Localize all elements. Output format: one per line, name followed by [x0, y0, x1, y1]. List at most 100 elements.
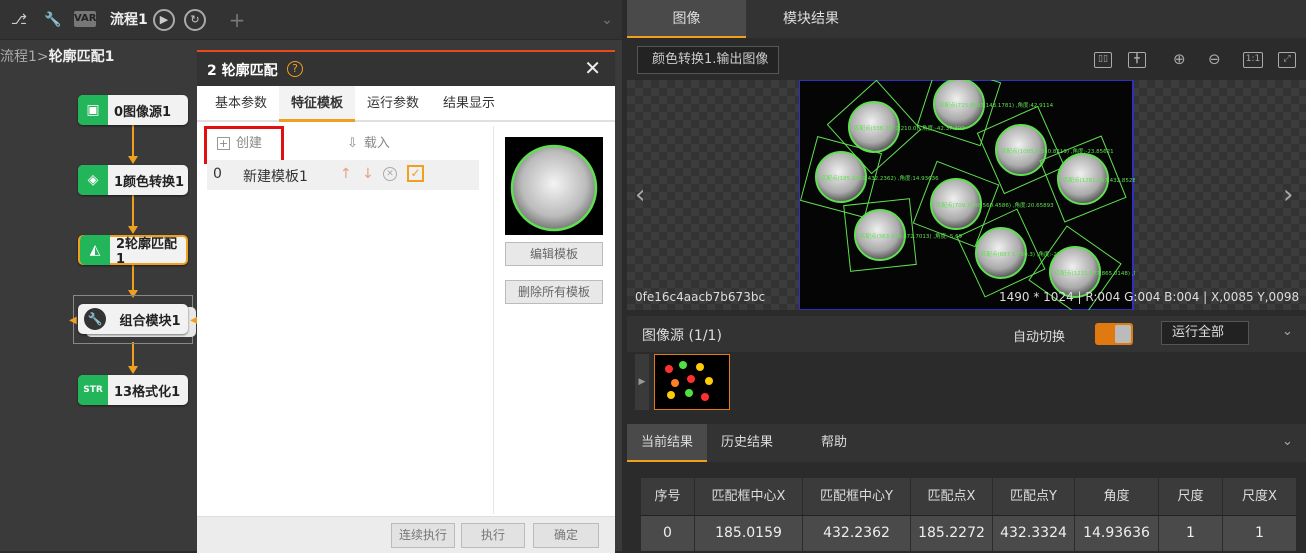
expand-icon[interactable]: ▶ — [635, 354, 649, 410]
table-row[interactable]: 0 185.0159 432.2362 185.2272 432.3324 14.9363… — [641, 516, 1297, 551]
image-viewer[interactable]: 匹配点(725.8893,143.1781) ,角度:42.9114 匹配点(33… — [627, 80, 1306, 310]
load-label: 载入 — [363, 136, 390, 151]
import-icon: ⇩ — [347, 136, 358, 151]
tab-run-params[interactable]: 运行参数 — [355, 86, 431, 122]
wrench-icon[interactable]: 🔧 — [42, 10, 64, 30]
chevron-down-icon[interactable]: ⌄ — [596, 10, 618, 30]
var-icon[interactable]: VAR — [74, 11, 97, 27]
continuous-run-button[interactable]: 连续执行 — [391, 523, 455, 548]
breadcrumb-current: 轮廓匹配1 — [48, 49, 115, 65]
flow-tab[interactable]: 流程1 — [104, 0, 154, 40]
arrow-up-icon[interactable]: ↑ — [340, 166, 352, 182]
checkbox-icon[interactable]: ✓ — [407, 165, 424, 182]
tab-basic-params[interactable]: 基本参数 — [203, 86, 279, 122]
zoom-out-icon[interactable]: ⊖ — [1208, 50, 1221, 68]
dialog-footer: 连续执行 执行 确定 — [197, 516, 615, 553]
flow-toolbar: ⎇ 🔧 VAR 流程1 ▶ ↻ + ⌄ — [0, 0, 622, 40]
table-header-cell: 匹配点X — [911, 478, 993, 515]
port-left-icon[interactable]: ◀ — [69, 315, 77, 326]
play-icon[interactable]: ▶ — [153, 9, 175, 31]
prev-icon[interactable]: ‹ — [635, 180, 645, 210]
match-label: 匹配点(1281.467,432.8528) ,角度:-22.08755 — [1063, 176, 1135, 184]
confirm-button[interactable]: 确定 — [533, 523, 599, 548]
image-source-select[interactable]: 颜色转换1.输出图像 — [637, 46, 779, 74]
table-cell: 185.0159 — [695, 516, 803, 551]
delete-icon[interactable]: ✕ — [383, 167, 397, 181]
tab-image[interactable]: 图像 — [627, 0, 746, 38]
tab-history-result[interactable]: 历史结果 — [707, 424, 787, 462]
next-icon[interactable]: › — [1283, 180, 1293, 210]
layout-single-icon[interactable]: ▯▯ — [1094, 52, 1112, 68]
table-header-cell: 角度 — [1075, 478, 1159, 515]
zoom-in-icon[interactable]: ⊕ — [1173, 50, 1186, 68]
tab-help[interactable]: 帮助 — [799, 424, 869, 462]
actual-size-icon[interactable]: 1:1 — [1243, 52, 1263, 68]
wrench-icon: 🔧 — [84, 308, 106, 330]
result-table: 序号 匹配框中心X 匹配框中心Y 匹配点X 匹配点Y 角度 尺度 尺度X 0 185.0159 4… — [641, 478, 1297, 551]
loop-icon[interactable]: ↻ — [184, 9, 206, 31]
connector — [132, 342, 134, 368]
template-index: 0 — [213, 166, 222, 182]
table-cell: 1 — [1159, 516, 1223, 551]
contour-match-icon: ◭ — [80, 235, 110, 265]
chevron-down-icon[interactable]: ⌄ — [1282, 324, 1293, 339]
connector — [132, 125, 134, 158]
tab-result-display[interactable]: 结果显示 — [431, 86, 507, 122]
node-label: 13格式化1 — [114, 384, 181, 400]
connector-arrow — [128, 156, 138, 164]
match-label: 匹配点(185.0159,432.2362) ,角度:14.93636 — [821, 174, 939, 182]
image-panel-tabs: 图像 模块结果 — [627, 0, 1306, 38]
help-icon[interactable]: ? — [287, 61, 303, 77]
template-name[interactable]: 新建模板1 — [243, 166, 308, 186]
dialog-header[interactable]: 2 轮廓匹配 ? ✕ — [197, 52, 615, 86]
flow-node-format[interactable]: STR 13格式化1 — [78, 375, 188, 405]
flow-icon[interactable]: ⎇ — [8, 10, 30, 30]
thumbnail[interactable] — [654, 354, 730, 410]
source-label: 图像源 (1/1) — [642, 328, 722, 344]
tab-current-result[interactable]: 当前结果 — [627, 424, 707, 462]
flow-node-image-source[interactable]: ▣ 0图像源1 — [78, 95, 188, 125]
match-label: 匹配点(1231.977,865.0148) ,角度:34.70749 — [1055, 269, 1135, 277]
close-icon[interactable]: ✕ — [584, 56, 601, 80]
divider — [493, 126, 494, 514]
node-label: 组合模块1 — [119, 313, 181, 329]
load-button[interactable]: ⇩ 载入 — [347, 131, 390, 157]
run-all-select[interactable]: 运行全部 — [1161, 321, 1249, 345]
template-row[interactable]: 0 新建模板1 ↑ ↓ ✕ ✓ — [207, 160, 479, 190]
connector — [132, 195, 134, 228]
delete-all-templates-button[interactable]: 删除所有模板 — [505, 280, 603, 304]
arrow-down-icon[interactable]: ↓ — [362, 166, 374, 182]
flow-node-contour-match[interactable]: ◭ 2轮廓匹配1 — [78, 235, 188, 267]
edit-template-button[interactable]: 编辑模板 — [505, 242, 603, 266]
flow-node-color-convert[interactable]: ◈ 1颜色转换1 — [78, 165, 188, 195]
image-id: 0fe16c4aacb7b673bc — [635, 290, 766, 304]
execute-button[interactable]: 执行 — [461, 523, 525, 548]
thumbnail-strip: ▶ — [627, 352, 1306, 422]
format-icon: STR — [78, 375, 108, 405]
template-preview — [505, 137, 603, 235]
flow-node-group-module[interactable]: 🔧 组合模块1 — [78, 304, 188, 334]
color-convert-icon: ◈ — [78, 165, 108, 195]
table-header-cell: 尺度X — [1223, 478, 1297, 515]
thumbnail-image — [665, 361, 713, 401]
table-cell: 14.93636 — [1075, 516, 1159, 551]
tab-feature-template[interactable]: 特征模板 — [279, 86, 356, 122]
table-cell: 432.2362 — [803, 516, 911, 551]
connector — [132, 265, 134, 292]
tab-module-result[interactable]: 模块结果 — [746, 0, 876, 38]
highlight-box — [204, 126, 284, 164]
layout-grid-icon[interactable]: ╋ — [1128, 52, 1146, 68]
node-label: 2轮廓匹配1 — [116, 237, 178, 267]
breadcrumb-parent[interactable]: 流程1 — [0, 49, 37, 65]
match-label: 匹配点(709.7046,560.4586) ,角度:20.65893 — [936, 201, 1054, 209]
chevron-down-icon[interactable]: ⌄ — [1282, 434, 1293, 449]
breadcrumb-separator: > — [36, 49, 49, 65]
image-icon: ▣ — [78, 95, 108, 125]
connector-arrow — [128, 366, 138, 374]
result-tabs: 当前结果 历史结果 帮助 ⌄ — [627, 424, 1306, 462]
template-image — [510, 144, 598, 232]
auto-switch-toggle[interactable] — [1095, 323, 1133, 345]
plus-icon[interactable]: + — [226, 10, 248, 30]
table-cell: 1 — [1223, 516, 1297, 551]
fit-icon[interactable]: ⤢ — [1278, 52, 1296, 68]
